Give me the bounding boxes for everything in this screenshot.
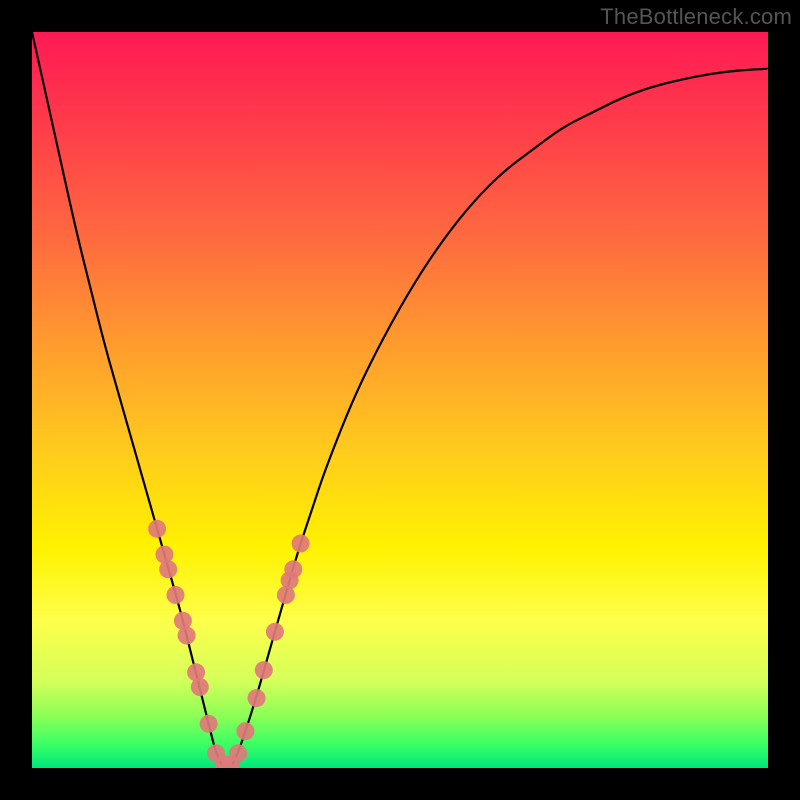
plot-area (32, 32, 768, 768)
curve-marker (229, 744, 247, 762)
curve-marker (255, 661, 273, 679)
bottleneck-curve (32, 32, 768, 768)
curve-marker (148, 520, 166, 538)
curve-marker (292, 535, 310, 553)
curve-marker (159, 560, 177, 578)
curve-marker (191, 678, 209, 696)
curve-marker (284, 560, 302, 578)
curve-marker (167, 586, 185, 604)
curve-markers (148, 520, 310, 768)
watermark-text: TheBottleneck.com (600, 4, 792, 30)
bottleneck-curve-path (32, 32, 768, 768)
curve-marker (266, 623, 284, 641)
curve-marker (248, 689, 266, 707)
curve-marker (178, 627, 196, 645)
chart-frame: TheBottleneck.com (0, 0, 800, 800)
curve-marker (200, 715, 218, 733)
curve-layer (32, 32, 768, 768)
curve-marker (236, 722, 254, 740)
